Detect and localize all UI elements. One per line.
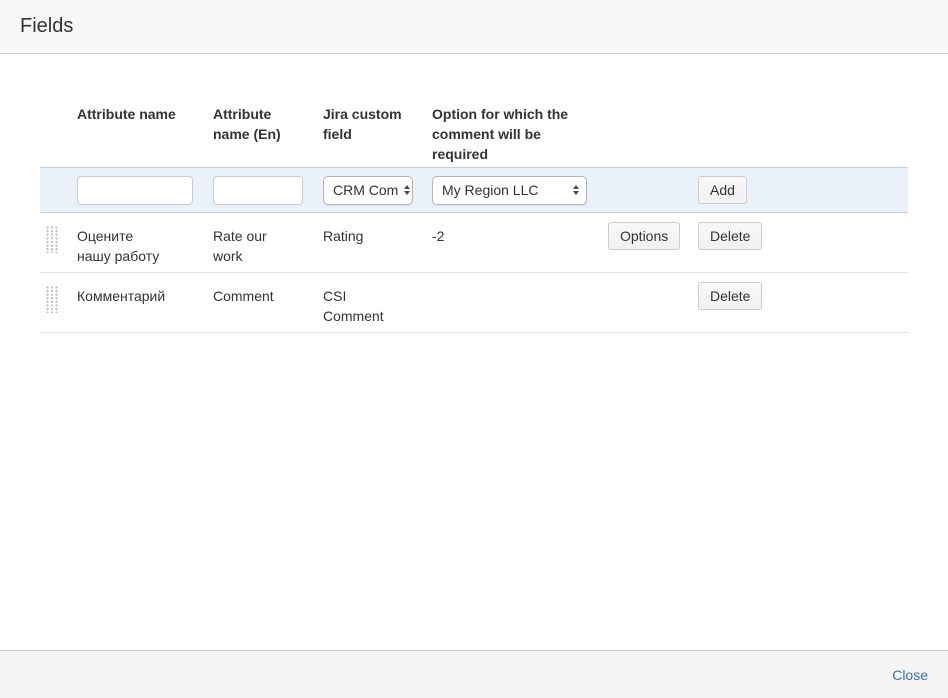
drag-handle-icon[interactable] xyxy=(46,226,59,253)
row-attribute-name-en: Comment xyxy=(213,273,323,306)
fields-table: Attribute name Attribute name (En) Jira … xyxy=(40,94,908,333)
table-row: Комментарий Comment CSI Comment Delete xyxy=(40,273,908,333)
header-options-spacer xyxy=(608,94,698,104)
header-attribute-name: Attribute name xyxy=(77,94,213,124)
jira-custom-field-selected-value: CRM Com xyxy=(333,182,398,198)
dialog-header: Fields xyxy=(0,0,948,54)
row-attribute-name: Оцените нашу работу xyxy=(77,213,213,266)
attribute-name-en-input[interactable] xyxy=(213,176,303,205)
form-option-cell: My Region LLC xyxy=(432,176,608,205)
row-options-cell xyxy=(608,273,698,282)
header-jira-custom-field: Jira custom field xyxy=(323,94,432,144)
dialog-footer: Close xyxy=(0,650,948,698)
row-attribute-name: Комментарий xyxy=(77,273,213,306)
select-arrows-icon xyxy=(404,185,410,195)
page-title: Fields xyxy=(20,15,73,38)
row-options-cell: Options xyxy=(608,213,698,250)
drag-handle-icon[interactable] xyxy=(46,286,59,313)
form-jira-custom-field-cell: CRM Com xyxy=(323,176,432,205)
header-drag-spacer xyxy=(40,94,77,104)
row-delete-cell: Delete xyxy=(698,213,908,250)
header-actions-spacer xyxy=(698,94,908,104)
row-option-value xyxy=(432,273,608,286)
table-header-row: Attribute name Attribute name (En) Jira … xyxy=(40,94,908,167)
form-attribute-name-en-cell xyxy=(213,176,323,205)
delete-button[interactable]: Delete xyxy=(698,282,762,310)
option-select[interactable]: My Region LLC xyxy=(432,176,587,205)
header-attribute-name-en: Attribute name (En) xyxy=(213,94,323,144)
row-attribute-name-en: Rate our work xyxy=(213,213,323,266)
delete-button[interactable]: Delete xyxy=(698,222,762,250)
row-jira-custom-field: Rating xyxy=(323,213,432,246)
row-jira-custom-field: CSI Comment xyxy=(323,273,432,326)
add-button[interactable]: Add xyxy=(698,176,747,204)
form-add-cell: Add xyxy=(698,176,908,204)
add-field-form-row: CRM Com My Region LLC Add xyxy=(40,167,908,213)
row-delete-cell: Delete xyxy=(698,273,908,310)
attribute-name-input[interactable] xyxy=(77,176,193,205)
row-option-value: -2 xyxy=(432,213,608,246)
close-link[interactable]: Close xyxy=(892,667,928,683)
row-drag-cell xyxy=(40,273,77,313)
header-option-required: Option for which the comment will be req… xyxy=(432,94,608,164)
row-drag-cell xyxy=(40,213,77,253)
table-row: Оцените нашу работу Rate our work Rating… xyxy=(40,213,908,273)
select-arrows-icon xyxy=(573,185,579,195)
jira-custom-field-select[interactable]: CRM Com xyxy=(323,176,413,205)
options-button[interactable]: Options xyxy=(608,222,680,250)
form-attribute-name-cell xyxy=(77,176,213,205)
option-selected-value: My Region LLC xyxy=(442,182,539,198)
